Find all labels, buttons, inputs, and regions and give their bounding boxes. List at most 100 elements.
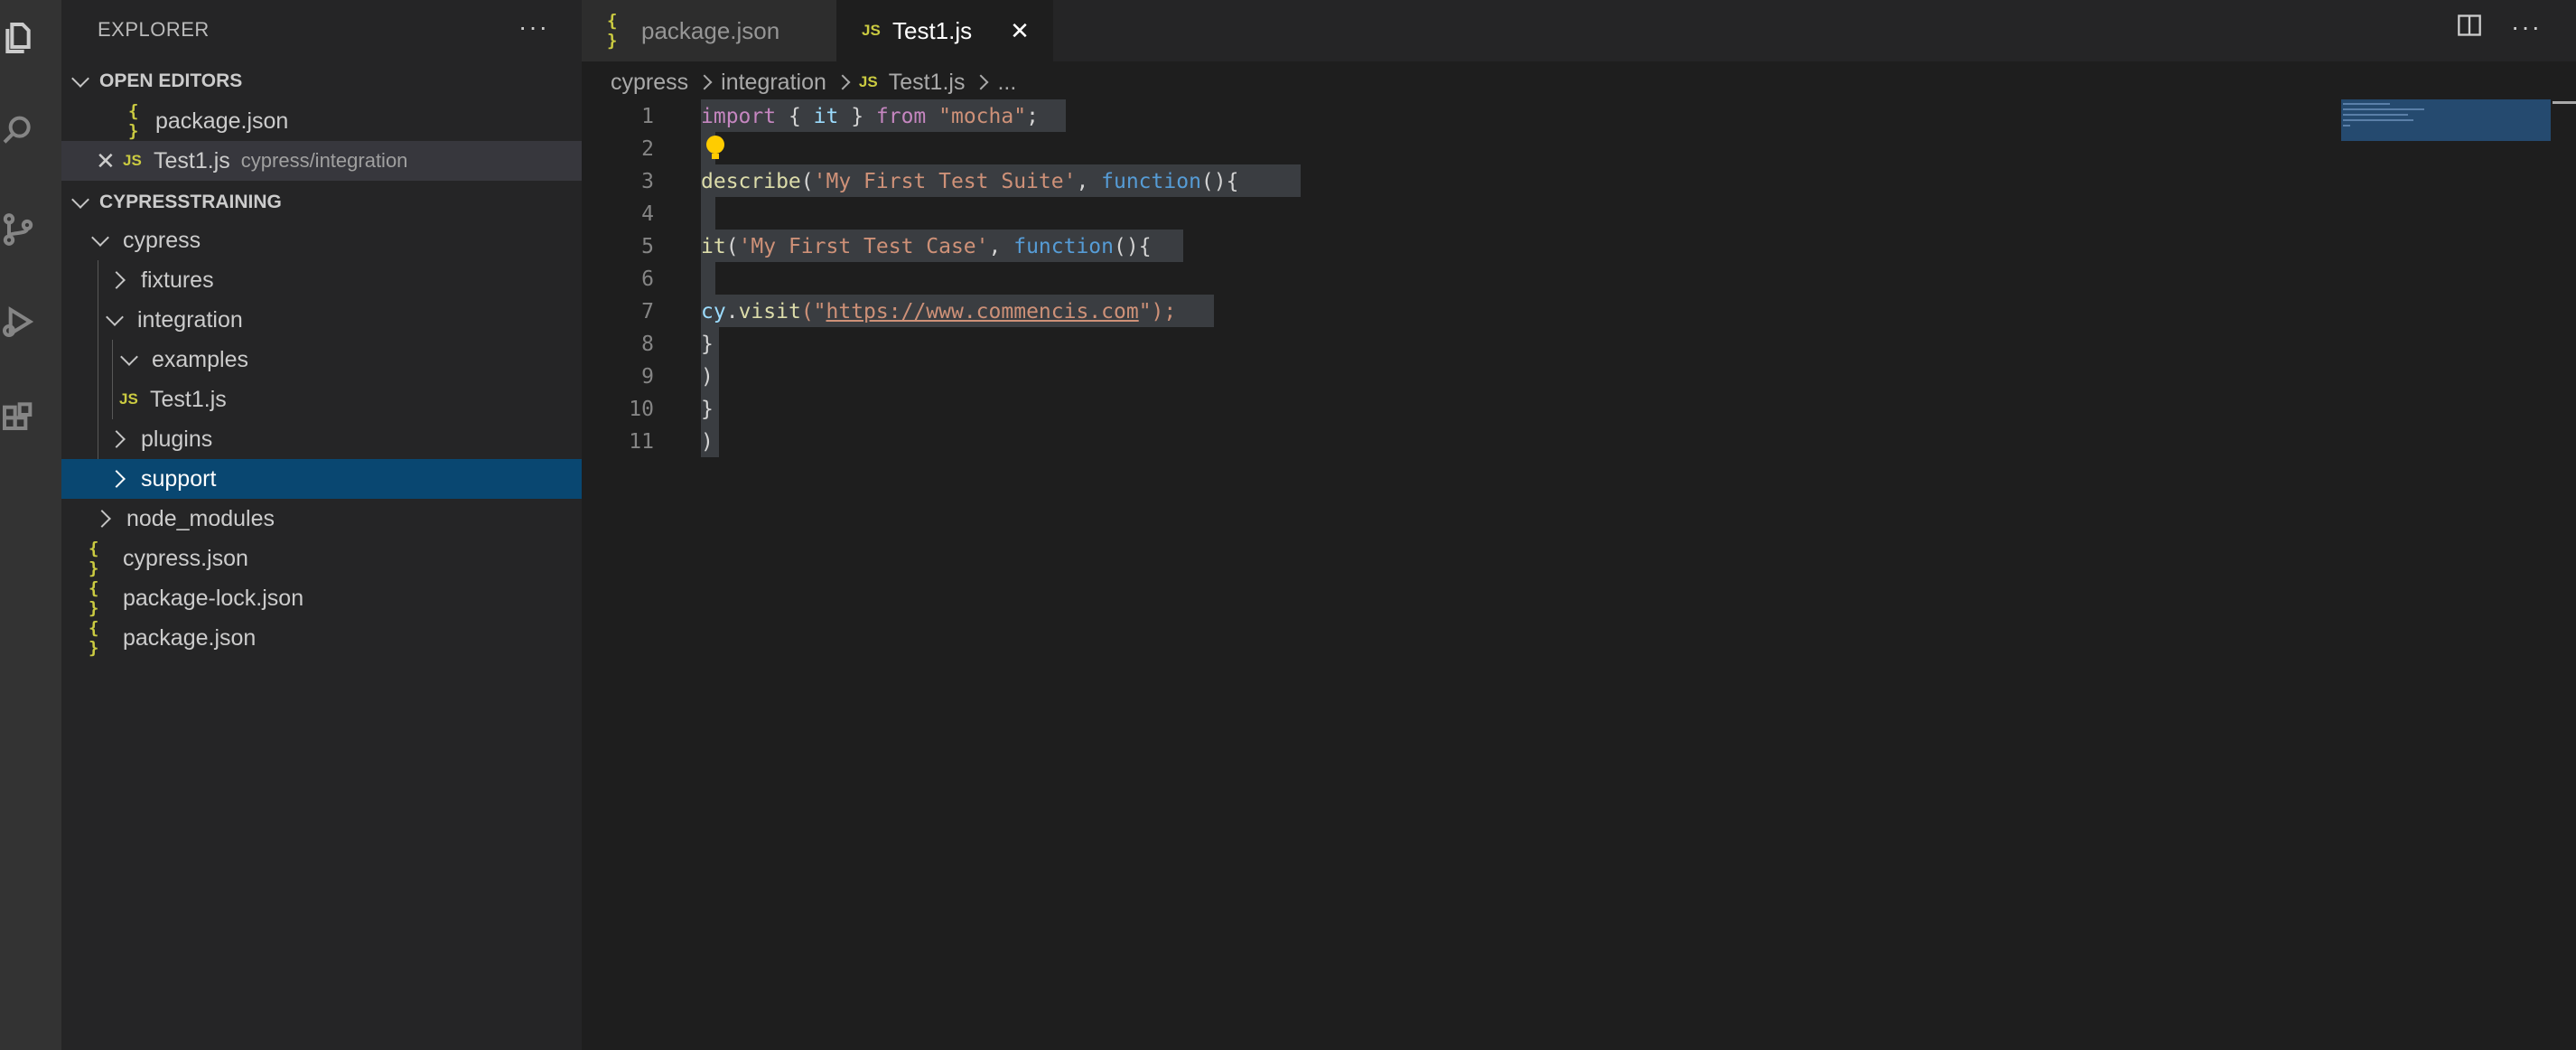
code-line-1: import { it } from "mocha"; <box>701 105 1039 128</box>
tree-file-cypress-json[interactable]: { } cypress.json <box>61 539 582 578</box>
chevron-right-icon <box>835 74 851 90</box>
tree-folder-examples[interactable]: examples <box>61 340 582 380</box>
code-token: "mocha" <box>938 105 1027 128</box>
extensions-icon[interactable] <box>0 392 36 446</box>
tree-label: support <box>141 465 217 492</box>
code-token: ( <box>725 235 739 258</box>
scrollbar-marker[interactable] <box>2553 101 2576 104</box>
json-file-icon: { } <box>128 101 139 141</box>
breadcrumb-item[interactable]: integration <box>721 70 826 96</box>
breadcrumb-item[interactable]: Test1.js <box>889 70 966 96</box>
line-number: 3 <box>641 170 654 193</box>
tab-test1-js[interactable]: JS Test1.js ✕ <box>836 0 1053 61</box>
code-token: (" <box>800 300 826 323</box>
tree-folder-integration[interactable]: integration <box>61 300 582 340</box>
minimap-line <box>2343 108 2424 110</box>
tree-label: package.json <box>123 624 257 651</box>
open-editor-label: package.json <box>155 108 289 134</box>
code-token: . <box>725 300 739 323</box>
json-file-icon: { } <box>607 11 618 51</box>
code-token: 'My First Test Case' <box>738 235 989 258</box>
code-token: from <box>875 105 927 128</box>
minimap-line <box>2343 103 2390 105</box>
source-control-icon[interactable] <box>0 202 36 257</box>
open-editors-header[interactable]: OPEN EDITORS <box>61 63 582 99</box>
code-token: { <box>776 105 814 128</box>
tree-label: cypress <box>123 227 201 253</box>
tree-file-test1-js[interactable]: JS Test1.js <box>61 380 582 419</box>
lightbulb-icon[interactable] <box>706 136 724 159</box>
breadcrumb-item[interactable]: cypress <box>611 70 688 96</box>
code-token: cy <box>701 300 726 323</box>
close-icon[interactable]: ✕ <box>96 147 123 175</box>
line-number: 9 <box>641 365 654 389</box>
code-token: , <box>988 235 1014 258</box>
tree-file-package-json[interactable]: { } package.json <box>61 618 582 658</box>
search-icon[interactable] <box>0 103 36 157</box>
code-token: describe <box>701 170 801 193</box>
code-token: function <box>1101 170 1201 193</box>
js-file-icon: JS <box>862 22 881 39</box>
tree-folder-plugins[interactable]: plugins <box>61 419 582 459</box>
code-token: it <box>813 105 839 128</box>
editor-more-icon[interactable]: ··· <box>2511 13 2542 42</box>
tree-folder-support[interactable]: support <box>61 459 582 499</box>
code-token: ; <box>1026 105 1039 128</box>
code-token: , <box>1076 170 1102 193</box>
code-line-5: it('My First Test Case', function(){ <box>701 235 1152 258</box>
tree-folder-node-modules[interactable]: node_modules <box>61 499 582 539</box>
breadcrumb: cypress integration JS Test1.js ... <box>611 67 1016 98</box>
line-number: 7 <box>641 300 654 323</box>
open-editor-item-package-json[interactable]: { } package.json <box>61 101 582 141</box>
js-file-icon: JS <box>858 73 878 90</box>
tab-label: package.json <box>641 16 780 44</box>
chevron-down-icon <box>120 348 138 366</box>
chevron-right-icon <box>107 271 126 289</box>
line-number: 5 <box>641 235 654 258</box>
chevron-right-icon <box>107 430 126 448</box>
activity-bar <box>0 0 61 1050</box>
tree-label: Test1.js <box>150 386 227 412</box>
code-line-7: cy.visit("https://www.commencis.com"); <box>701 300 1176 323</box>
line-number: 11 <box>629 430 654 454</box>
line-number: 8 <box>641 333 654 356</box>
code-line-3: describe('My First Test Suite', function… <box>701 170 1238 193</box>
open-editor-path: cypress/integration <box>240 149 408 172</box>
tree-label: fixtures <box>141 267 214 293</box>
chevron-right-icon <box>973 74 989 90</box>
json-file-icon: { } <box>89 618 99 658</box>
run-debug-icon[interactable] <box>0 295 36 349</box>
line-number: 6 <box>641 267 654 291</box>
chevron-right-icon <box>696 74 713 90</box>
line-number: 1 <box>641 105 654 128</box>
tree-file-package-lock-json[interactable]: { } package-lock.json <box>61 578 582 618</box>
code-line-10: } <box>701 398 714 421</box>
code-editor[interactable]: 1 2 3 4 5 6 7 8 9 10 11 import { it } fr… <box>582 98 2576 1050</box>
project-header[interactable]: CYPRESSTRAINING <box>61 184 582 220</box>
code-token: "); <box>1138 300 1177 323</box>
open-editor-label: Test1.js <box>154 147 230 173</box>
tree-folder-cypress[interactable]: cypress <box>61 220 582 260</box>
tab-close-icon[interactable]: ✕ <box>1010 17 1030 45</box>
breadcrumb-item[interactable]: ... <box>997 70 1016 96</box>
line-number: 2 <box>641 137 654 161</box>
split-editor-icon[interactable] <box>2457 13 2482 44</box>
code-token: import <box>701 105 777 128</box>
explorer-more-icon[interactable]: ··· <box>518 13 549 42</box>
code-line-8: } <box>701 333 714 356</box>
js-file-icon: JS <box>119 390 138 408</box>
tab-package-json[interactable]: { } package.json <box>582 0 836 61</box>
tree-label: cypress.json <box>123 545 248 571</box>
explorer-sidebar: EXPLORER ··· OPEN EDITORS { } package.js… <box>61 0 582 1050</box>
tree-label: plugins <box>141 426 213 452</box>
code-token: function <box>1013 235 1114 258</box>
chevron-down-icon <box>106 308 124 326</box>
tree-folder-fixtures[interactable]: fixtures <box>61 260 582 300</box>
code-link[interactable]: https://www.commencis.com <box>826 300 1139 323</box>
code-token: ( <box>800 170 814 193</box>
explorer-files-icon[interactable] <box>0 11 36 65</box>
open-editor-item-test1-js[interactable]: ✕ JS Test1.js cypress/integration <box>61 141 582 181</box>
js-file-icon: JS <box>123 152 142 169</box>
code-token: 'My First Test Suite' <box>813 170 1077 193</box>
